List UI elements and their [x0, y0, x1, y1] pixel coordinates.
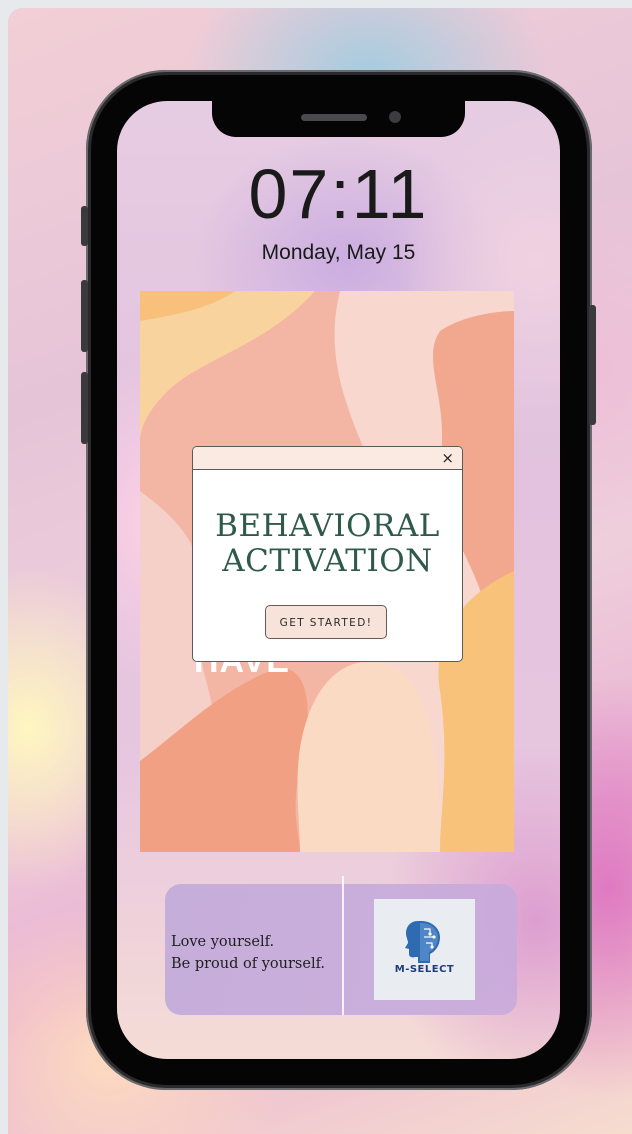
quote-widget[interactable]: Love yourself. Be proud of yourself. M-S…	[165, 876, 517, 1015]
logo-text: M-SELECT	[394, 964, 455, 975]
front-camera	[389, 111, 401, 123]
quote-line1: Love yourself.	[171, 934, 275, 950]
lockscreen-time: 07:11	[248, 155, 429, 233]
phone-screen: 07:11 Monday, May 15 HAVE × BEHAVIORAL A…	[117, 101, 560, 1059]
popup-title: BEHAVIORAL ACTIVATION	[193, 509, 462, 579]
popup-title-line1: BEHAVIORAL	[215, 508, 440, 544]
popup-title-line2: ACTIVATION	[222, 543, 433, 579]
quote-line2: Be proud of yourself.	[171, 956, 326, 972]
widget-divider	[342, 876, 344, 1015]
silent-switch	[81, 206, 88, 246]
m-select-logo[interactable]: M-SELECT	[374, 899, 475, 1000]
volume-up-button	[81, 280, 88, 352]
power-button	[589, 305, 596, 425]
notch	[212, 101, 465, 137]
behavioral-activation-popup: × BEHAVIORAL ACTIVATION GET STARTED!	[192, 446, 463, 662]
get-started-button[interactable]: GET STARTED!	[265, 605, 387, 639]
quote-text: Love yourself. Be proud of yourself.	[171, 931, 341, 975]
lockscreen-date: Monday, May 15	[261, 241, 416, 264]
close-icon[interactable]: ×	[441, 448, 454, 468]
popup-title-bar: ×	[193, 447, 462, 470]
volume-down-button	[81, 372, 88, 444]
brain-head-icon	[405, 921, 440, 963]
speaker-grille	[301, 114, 367, 121]
